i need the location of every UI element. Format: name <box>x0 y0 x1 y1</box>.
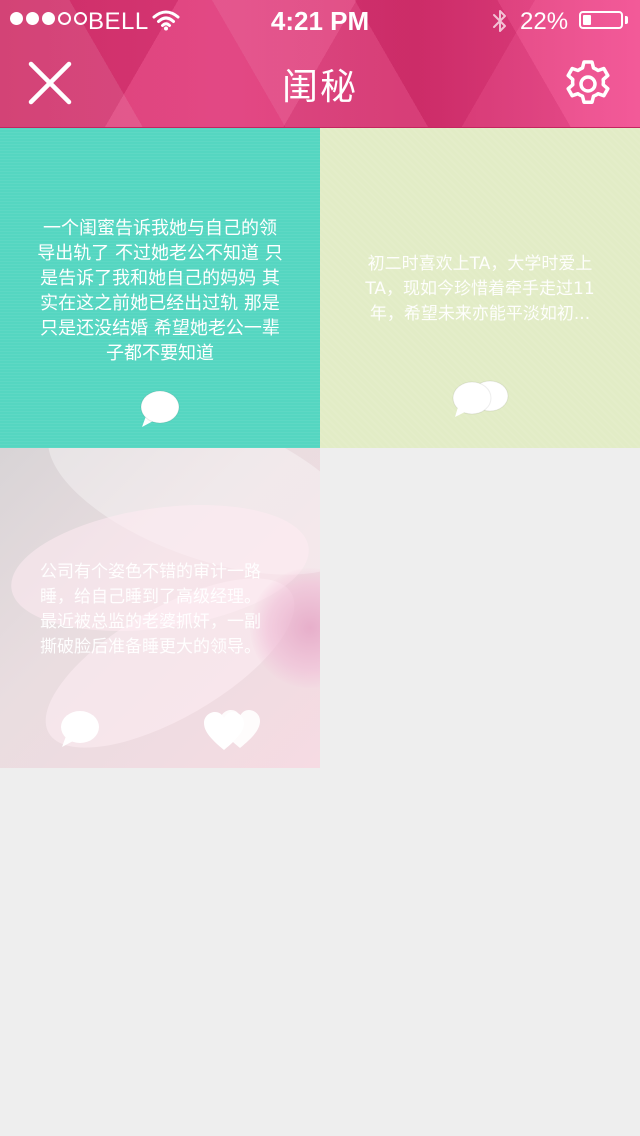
secret-card[interactable]: 一个闺蜜告诉我她与自己的领 导出轨了 不过她老公不知道 只 是告诉了我和她自己的… <box>0 128 320 448</box>
card-text-line: TA，现如今珍惜着牵手走过11 <box>365 279 595 299</box>
hearts-icon[interactable] <box>200 708 264 752</box>
card-text-line: 实在这之前她已经出过轨 那是 <box>40 293 280 314</box>
page-title: 闺秘 <box>281 67 358 108</box>
card-text: 初二时喜欢上TA，大学时爱上 TA，现如今珍惜着牵手走过11 年，希望未来亦能平… <box>356 252 604 327</box>
gear-icon[interactable] <box>560 56 616 112</box>
card-text: 公司有个姿色不错的审计一路 睡，给自己睡到了高级经理。 最近被总监的老婆抓奸，一… <box>40 560 280 660</box>
card-text-line: 最近被总监的老婆抓奸，一副 <box>40 612 261 632</box>
card-text-line: 是告诉了我和她自己的妈妈 其 <box>40 268 280 289</box>
battery-percent: 22% <box>520 8 569 35</box>
battery-icon <box>579 11 623 29</box>
app-header: BELL 4:21 PM 22% 闺秘 <box>0 0 640 127</box>
comments-icon[interactable] <box>448 378 512 420</box>
battery-fill <box>583 15 591 25</box>
secret-card[interactable]: 公司有个姿色不错的审计一路 睡，给自己睡到了高级经理。 最近被总监的老婆抓奸，一… <box>0 448 320 768</box>
card-text-line: 年，希望未来亦能平淡如初... <box>369 304 591 324</box>
card-text-line: 子都不要知道 <box>106 343 214 364</box>
comment-icon[interactable] <box>138 388 182 430</box>
card-text-line: 初二时喜欢上TA，大学时爱上 <box>367 254 593 274</box>
card-text: 一个闺蜜告诉我她与自己的领 导出轨了 不过她老公不知道 只 是告诉了我和她自己的… <box>36 216 284 366</box>
status-bar: BELL 4:21 PM 22% <box>0 0 640 40</box>
secret-card[interactable]: 初二时喜欢上TA，大学时爱上 TA，现如今珍惜着牵手走过11 年，希望未来亦能平… <box>320 128 640 448</box>
card-text-line: 睡，给自己睡到了高级经理。 <box>40 587 261 607</box>
card-text-line: 导出轨了 不过她老公不知道 只 <box>37 243 283 264</box>
card-text-line: 一个闺蜜告诉我她与自己的领 <box>43 218 277 239</box>
card-text-line: 只是还没结婚 希望她老公一辈 <box>40 318 280 339</box>
comment-icon[interactable] <box>58 708 102 750</box>
bluetooth-icon <box>493 10 506 32</box>
battery-tip <box>625 16 628 24</box>
card-text-line: 撕破脸后准备睡更大的领导。 <box>40 637 261 657</box>
card-text-line: 公司有个姿色不错的审计一路 <box>40 562 261 582</box>
